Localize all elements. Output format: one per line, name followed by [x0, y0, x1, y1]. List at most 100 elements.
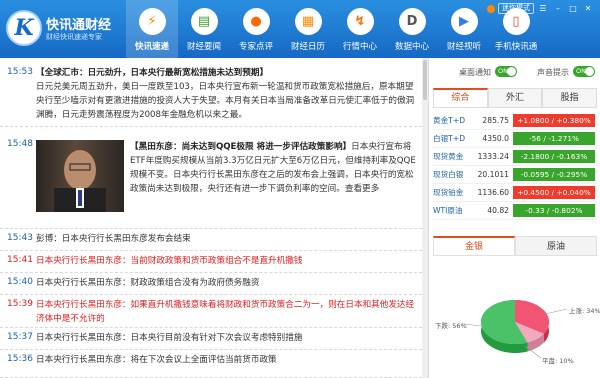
news-time: 15:48: [7, 139, 33, 149]
sound-notify-toggle[interactable]: ON: [573, 66, 595, 77]
news-time: 15:39: [7, 299, 33, 309]
app-slogan: 财经快讯速递专家: [46, 33, 102, 41]
sentiment-pie: 上涨: 34% 下跌: 56% 平盘: 10%: [433, 260, 600, 378]
quote-price: 4350.0: [482, 134, 509, 143]
mini-mode-button[interactable]: 迷你模式: [498, 3, 534, 14]
news-headline[interactable]: 【全球汇市：日元劲升，日本央行最新宽松措施未达到预期】: [36, 68, 268, 78]
news-text: 日本央行行长黑田东彦：如果直升机撒钱意味着将财政和货币政策合二为一，则在日本和其…: [36, 300, 415, 324]
quote-row[interactable]: 现货白银 20.1011 -0.0595 / -0.295%: [433, 166, 597, 184]
quote-name: 现货白银: [433, 170, 464, 179]
desktop-notify-label: 桌面通知: [459, 68, 491, 77]
news-headline[interactable]: 【黑田东彦：尚未达到QQE极限 将进一步评估政策影响】: [130, 142, 351, 152]
quote-change: -2.1800 / -0.163%: [513, 150, 595, 163]
news-time: 15:43: [7, 233, 33, 243]
tab-forex[interactable]: 外汇: [487, 88, 543, 107]
close-icon[interactable]: ✕: [582, 3, 594, 14]
nav-item-1[interactable]: ▤ 财经要闻: [178, 0, 230, 58]
app-name: 快讯通财经: [46, 18, 112, 33]
news-text: 日本央行行长黑田东彦：将在下次会议上全面评估当前货币政策: [36, 355, 277, 365]
news-time: 15:53: [7, 67, 33, 77]
news-item[interactable]: 15:37 日本央行行长黑田东彦：日本央行目前没有针对下次会议考虑特别措施: [0, 328, 422, 350]
news-item[interactable]: 15:43 彭博：日本央行行长黑田东彦发布会结束: [0, 229, 422, 251]
nav-label: 数据中心: [394, 42, 429, 52]
news-item[interactable]: 15:48 【黑田东彦：尚未达到QQE极限 将进一步评估政策影响】日本央行宣布将E…: [0, 137, 422, 229]
calendar-icon: ▦: [294, 8, 322, 35]
pie-down-label: 下跌: 56%: [435, 322, 467, 330]
tab-index[interactable]: 股指: [542, 88, 598, 107]
newspaper-icon: ▤: [190, 8, 218, 35]
news-text: 日元兑美元周五劲升，美日一度跌至103，日本央行宣布新一轮温和货币政策宽松措施后…: [36, 82, 415, 120]
nav-item-0[interactable]: ⚡ 快讯速递: [126, 0, 178, 58]
chart-icon: ↯: [346, 8, 374, 35]
lightning-icon: ⚡: [138, 8, 166, 35]
quote-name: WTI原油: [433, 206, 463, 215]
nav-label: 行情中心: [342, 42, 377, 52]
quote-name: 黄金T+D: [433, 116, 466, 125]
quote-price: 1136.60: [477, 188, 509, 197]
nav-label: 快讯速递: [134, 42, 169, 52]
nav-item-4[interactable]: ↯ 行情中心: [334, 0, 386, 58]
nav-label: 专家点评: [238, 42, 273, 52]
news-item[interactable]: 15:53 【全球汇市：日元劲升，日本央行最新宽松措施未达到预期】日元兑美元周五劲…: [0, 63, 422, 127]
quote-name: 现货黄金: [433, 152, 464, 161]
news-item[interactable]: 15:36 日本央行行长黑田东彦：将在下次会议上全面评估当前货币政策: [0, 350, 422, 378]
quote-change: -56 / -1.271%: [513, 132, 595, 145]
pie-leader-line: [544, 308, 568, 315]
expert-icon: ●: [242, 8, 270, 35]
quote-price: 285.75: [482, 116, 509, 125]
tab-crude-oil[interactable]: 原油: [515, 236, 597, 256]
market-panel: 桌面通知 ON 声音提示 ON 综合 外汇 股指 黄金T+D 285.75 +1.0…: [428, 58, 600, 378]
news-time: 15:41: [7, 255, 33, 265]
quote-price: 1333.24: [477, 152, 509, 161]
window-controls: 迷你模式 ☰ – □ ✕: [487, 3, 594, 14]
news-item[interactable]: 15:39 日本央行行长黑田东彦：如果直升机撒钱意味着将财政和货币政策合二为一，则…: [0, 295, 422, 328]
notification-dot-icon[interactable]: [487, 4, 495, 13]
news-feed: 15:53 【全球汇市：日元劲升，日本央行最新宽松措施未达到预期】日元兑美元周五劲…: [0, 58, 428, 378]
quote-change: -0.0595 / -0.295%: [513, 168, 595, 181]
news-item[interactable]: 15:41 日本央行行长黑田东彦：当前财政政策和货币政策组合不是直升机撒钱: [0, 251, 422, 273]
nav-label: 手机快讯通: [494, 42, 538, 52]
news-time: 15:36: [7, 354, 33, 364]
quote-row[interactable]: 现货黄金 1333.24 -2.1800 / -0.163%: [433, 148, 597, 166]
quote-row[interactable]: 现货铂金 1136.60 +0.4500 / +0.040%: [433, 184, 597, 202]
quote-price: 20.1011: [477, 170, 509, 179]
news-text: 彭博：日本央行行长黑田东彦发布会结束: [36, 234, 191, 244]
maximize-icon[interactable]: □: [567, 3, 579, 14]
quote-row[interactable]: 黄金T+D 285.75 +1.0800 / +0.380%: [433, 112, 597, 130]
quote-change: -0.33 / -0.802%: [513, 204, 595, 217]
news-text: 日本央行行长黑田东彦：日本央行目前没有针对下次会议考虑特别措施: [36, 333, 303, 343]
tab-overview[interactable]: 综合: [433, 88, 488, 107]
app-header: K 快讯通财经 财经快讯速递专家 ⚡ 快讯速递 ▤ 财经要闻 ● 专家点评 ▦ 财经日历 ↯ 行情…: [0, 0, 600, 58]
news-time: 15:37: [7, 332, 33, 342]
logo-k-icon: K: [6, 10, 42, 46]
news-text: 日本央行行长黑田东彦：当前财政政策和货币政策组合不是直升机撒钱: [36, 256, 303, 266]
app-logo: K 快讯通财经 财经快讯速递专家: [6, 8, 124, 48]
quote-row[interactable]: WTI原油 40.82 -0.33 / -0.802%: [433, 202, 597, 220]
nav-item-6[interactable]: ▶ 财经视听: [438, 0, 490, 58]
sound-notify-label: 声音提示: [537, 68, 569, 77]
notification-toggles: 桌面通知 ON 声音提示 ON: [429, 58, 600, 82]
nav-item-2[interactable]: ● 专家点评: [230, 0, 282, 58]
quote-tabs: 综合 外汇 股指: [433, 88, 598, 108]
nav-item-3[interactable]: ▦ 财经日历: [282, 0, 334, 58]
video-icon: ▶: [450, 8, 478, 35]
news-photo[interactable]: [36, 140, 124, 212]
menu-icon[interactable]: ☰: [537, 3, 549, 14]
minimize-icon[interactable]: –: [552, 3, 564, 14]
nav-label: 财经要闻: [186, 42, 221, 52]
news-text: 日本央行行长黑田东彦：财政政策组合没有为政府债务融资: [36, 278, 260, 288]
news-time: 15:40: [7, 277, 33, 287]
quote-price: 40.82: [487, 206, 509, 215]
tab-gold-silver[interactable]: 金银: [433, 236, 515, 256]
news-scroll-thumb[interactable]: [423, 60, 427, 100]
news-item[interactable]: 15:40 日本央行行长黑田东彦：财政政策组合没有为政府债务融资: [0, 273, 422, 295]
quote-table: 黄金T+D 285.75 +1.0800 / +0.380% 白银T+D 4350.0-…: [433, 112, 597, 220]
nav-label: 财经日历: [290, 42, 325, 52]
main-nav: ⚡ 快讯速递 ▤ 财经要闻 ● 专家点评 ▦ 财经日历 ↯ 行情中心 D 数据中心 ▶ 财经视听 ▯ 手机快讯…: [126, 0, 542, 58]
desktop-notify-toggle[interactable]: ON: [495, 66, 517, 77]
quote-change: +0.4500 / +0.040%: [513, 186, 595, 199]
pie-up-label: 上涨: 34%: [569, 307, 600, 315]
nav-label: 财经视听: [446, 42, 481, 52]
quote-row[interactable]: 白银T+D 4350.0 -56 / -1.271%: [433, 130, 597, 148]
nav-item-5[interactable]: D 数据中心: [386, 0, 438, 58]
